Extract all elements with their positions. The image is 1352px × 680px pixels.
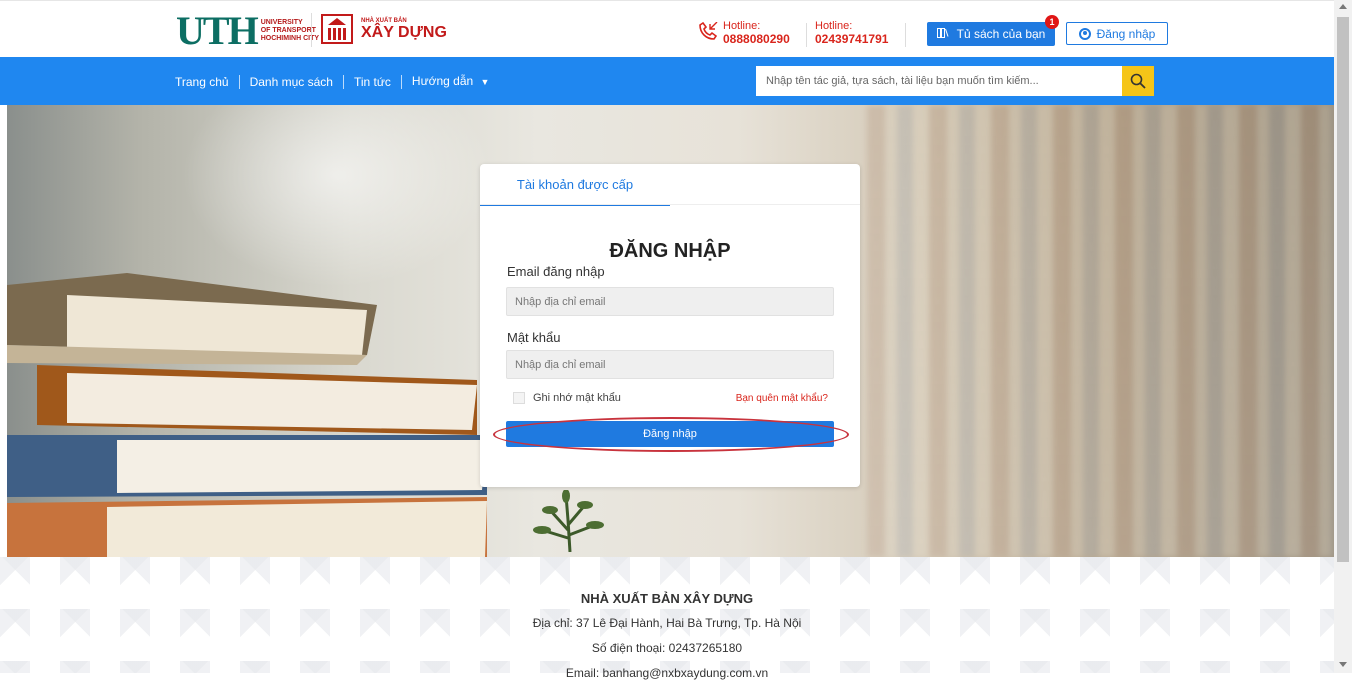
scroll-down-arrow[interactable] [1339,662,1347,667]
top-header: UTH UNIVERSITY OF TRANSPORT HOCHIMINH CI… [0,0,1334,58]
bookshelf-background [867,105,1334,557]
book-icon [936,27,949,41]
header-login-label: Đăng nhập [1096,26,1156,41]
hotline-1-number: 0888080290 [723,32,790,46]
page-scrollbar[interactable] [1334,0,1352,673]
nav-item-guide-label: Hướng dẫn [411,74,474,88]
forgot-password-link[interactable]: Bạn quên mật khẩu? [736,393,828,404]
nxb-big-text: XÂY DỰNG [361,24,447,41]
password-field[interactable] [506,350,834,379]
uth-logo-mark: UTH [176,8,259,53]
search-input[interactable] [756,66,1122,96]
footer-phone: Số điện thoại: 02437265180 [591,641,743,655]
scroll-thumb[interactable] [1337,17,1349,562]
footer: NHÀ XUẤT BẢN XÂY DỰNG Địa chỉ: 37 Lê Đại… [0,557,1334,680]
nxb-logo[interactable]: NHÀ XUẤT BẢN XÂY DỰNG [321,14,447,44]
login-title: ĐĂNG NHẬP [609,240,731,262]
footer-address: Địa chỉ: 37 Lê Đại Hành, Hai Bà Trưng, T… [532,616,802,630]
hotline-2-number: 02439741791 [815,32,889,46]
main-navbar: Trang chủ Danh mục sách Tin tức Hướng dẫ… [0,57,1334,105]
notification-badge: 1 [1045,15,1059,29]
password-label: Mật khẩu [507,330,561,345]
nav-menu: Trang chủ Danh mục sách Tin tức Hướng dẫ… [175,74,499,89]
login-submit-button[interactable]: Đăng nhập [506,421,834,447]
books-stack-image [7,273,487,557]
plant-image [533,490,604,552]
hotline-divider-2 [905,23,906,47]
login-card: Tài khoản được cấp ĐĂNG NHẬP Email đăng … [480,164,860,487]
nav-item-catalog[interactable]: Danh mục sách [240,74,344,89]
hotline-2[interactable]: Hotline: 02439741791 [815,20,888,46]
hotline-1-label: Hotline: [723,20,761,32]
user-circle-icon [1078,27,1091,40]
chevron-down-icon: ▼ [480,77,490,87]
email-label: Email đăng nhập [507,264,605,279]
tab-divider [480,204,860,205]
remember-checkbox[interactable] [513,392,525,404]
scroll-up-arrow[interactable] [1339,4,1347,9]
footer-email[interactable]: Email: banhang@nxbxaydung.com.vn [0,666,1334,680]
footer-title: NHÀ XUẤT BẢN XÂY DỰNG [580,591,754,606]
nxb-logo-text: NHÀ XUẤT BẢN XÂY DỰNG [361,17,447,41]
logo-divider [311,13,312,47]
nav-item-news[interactable]: Tin tức [344,74,402,89]
hotline-1[interactable]: Hotline: 0888080290 [723,20,790,46]
hotline-divider [806,23,807,47]
hotline-2-label: Hotline: [815,20,853,32]
tab-granted-account[interactable]: Tài khoản được cấp [480,164,670,206]
search-icon [1130,73,1146,89]
bookshelf-button-label: Tủ sách của bạn [956,27,1046,41]
email-field[interactable] [506,287,834,316]
search-button[interactable] [1122,66,1154,96]
phone-icon [697,21,719,47]
nav-item-home[interactable]: Trang chủ [175,74,240,89]
header-login-button[interactable]: Đăng nhập [1066,22,1168,45]
nav-item-guide[interactable]: Hướng dẫn ▼ [402,74,500,89]
uth-logo[interactable]: UTH UNIVERSITY OF TRANSPORT HOCHIMINH CI… [176,11,319,51]
bookshelf-button[interactable]: Tủ sách của bạn [927,22,1055,46]
remember-label[interactable]: Ghi nhớ mật khẩu [533,392,621,404]
nxb-logo-icon [321,14,353,44]
